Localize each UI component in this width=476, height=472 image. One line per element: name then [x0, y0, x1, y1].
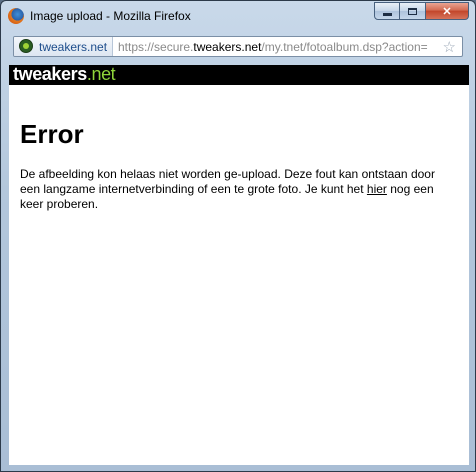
url-scheme: https://secure. — [118, 40, 194, 54]
url-text[interactable]: https://secure.tweakers.net/my.tnet/foto… — [118, 40, 440, 54]
error-message: De afbeelding kon helaas niet worden ge-… — [20, 167, 458, 212]
site-banner: tweakers.net — [9, 64, 469, 85]
close-icon: ✕ — [442, 5, 452, 18]
maximize-icon — [408, 7, 417, 15]
logo-suffix: .net — [86, 64, 116, 84]
url-domain: tweakers.net — [193, 40, 262, 54]
site-identity-label: tweakers.net — [39, 40, 108, 54]
browser-window: Image upload - Mozilla Firefox ✕ tweaker… — [0, 0, 476, 472]
firefox-icon — [8, 8, 24, 24]
site-identity-button[interactable]: tweakers.net — [14, 37, 113, 56]
logo-main: tweakers — [13, 64, 87, 84]
minimize-icon — [382, 12, 392, 16]
tweakers-logo[interactable]: tweakers.net — [13, 64, 116, 85]
retry-link[interactable]: hier — [367, 182, 387, 196]
address-bar[interactable]: tweakers.net https://secure.tweakers.net… — [13, 36, 463, 57]
tweakers-favicon — [19, 39, 33, 53]
maximize-button[interactable] — [400, 2, 426, 20]
window-title: Image upload - Mozilla Firefox — [30, 9, 191, 23]
window-controls: ✕ — [374, 2, 469, 20]
title-bar[interactable]: Image upload - Mozilla Firefox ✕ — [1, 1, 475, 31]
page-title: Error — [20, 119, 84, 149]
page-content: tweakers.net Error De afbeelding kon hel… — [9, 64, 469, 465]
minimize-button[interactable] — [374, 2, 400, 20]
close-button[interactable]: ✕ — [426, 2, 469, 20]
url-path: /my.tnet/fotoalbum.dsp?action= — [261, 40, 428, 54]
star-icon[interactable]: ☆ — [443, 38, 456, 56]
